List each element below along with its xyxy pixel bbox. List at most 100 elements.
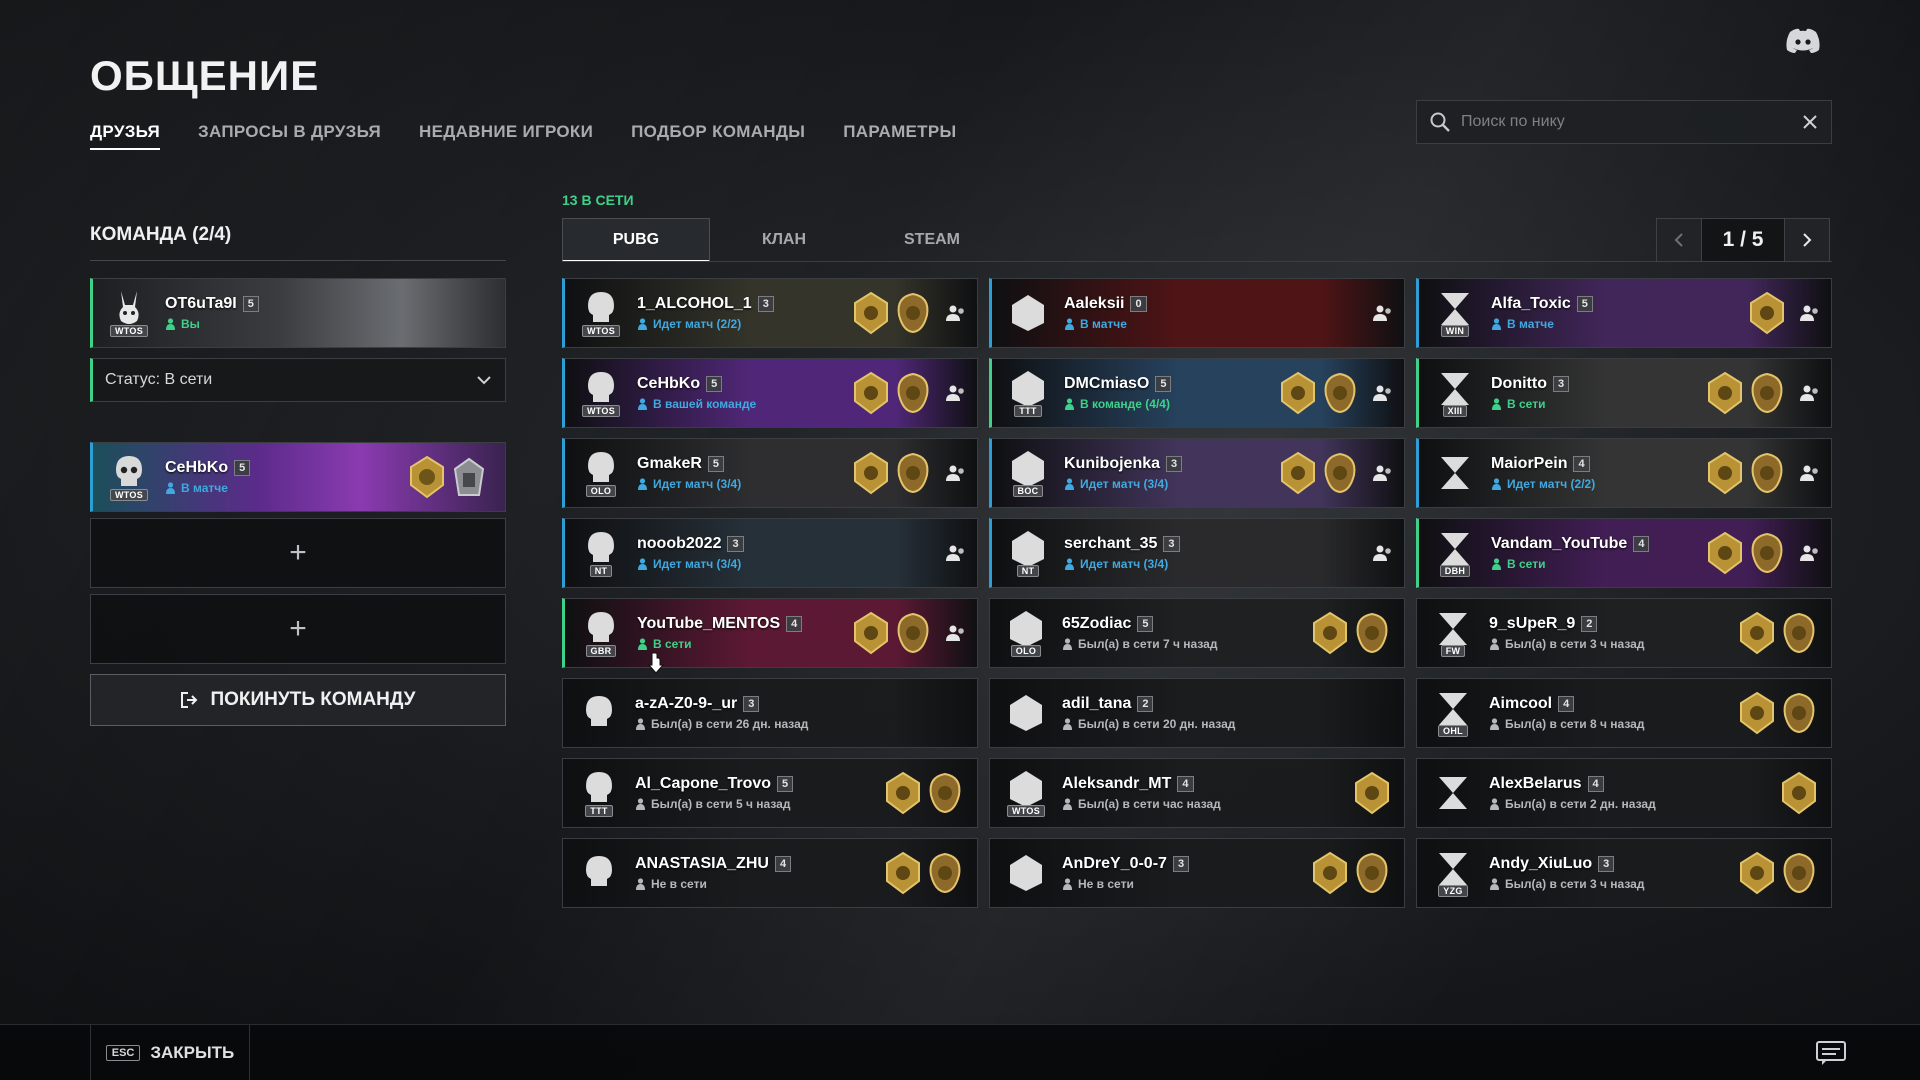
invite-to-team-icon[interactable]: [1799, 543, 1821, 563]
tab-clan[interactable]: КЛАН: [710, 218, 858, 262]
close-button[interactable]: ESC ЗАКРЫТЬ: [90, 1025, 250, 1080]
nav-settings[interactable]: ПАРАМЕТРЫ: [843, 122, 956, 150]
friend-card[interactable]: GBR YouTube_MENTOS 4 В сети: [562, 598, 978, 668]
medal-badge-icon: [1355, 771, 1389, 815]
page-title: ОБЩЕНИЕ: [90, 52, 320, 99]
chat-icon[interactable]: [1816, 1041, 1846, 1065]
friend-card[interactable]: OLO 65Zodiac 5 Был(а) в сети 7 ч назад: [989, 598, 1405, 668]
friend-card[interactable]: ANASTASIA_ZHU 4 Не в сети: [562, 838, 978, 908]
player-name: Aimcool: [1489, 695, 1553, 712]
tab-pubg[interactable]: PUBG: [562, 218, 710, 262]
add-team-slot-button[interactable]: +: [90, 594, 506, 664]
close-icon[interactable]: [1801, 113, 1819, 131]
invite-to-team-icon[interactable]: [1372, 303, 1394, 323]
friend-card[interactable]: DBH Vandam_YouTube 4 В сети: [1416, 518, 1832, 588]
emblem-icon: [1012, 371, 1044, 407]
status-dropdown[interactable]: Статус: В сети: [90, 358, 506, 402]
player-name: AnDreY_0-0-7: [1062, 855, 1167, 872]
friend-card[interactable]: WTOS 1_ALCOHOL_1 3 Идет матч (2/2): [562, 278, 978, 348]
prev-page-button[interactable]: [1656, 218, 1702, 262]
player-status: Был(а) в сети 20 дн. назад: [1062, 717, 1235, 731]
friend-card[interactable]: AlexBelarus 4 Был(а) в сети 2 дн. назад: [1416, 758, 1832, 828]
nav-team-finder[interactable]: ПОДБОР КОМАНДЫ: [631, 122, 805, 150]
invite-to-team-icon[interactable]: [945, 303, 967, 323]
emblem-icon: [1012, 295, 1044, 331]
friend-card[interactable]: Aaleksii 0 В матче: [989, 278, 1405, 348]
friend-card[interactable]: NT nooob2022 3 Идет матч (3/4): [562, 518, 978, 588]
tabs-divider: [562, 261, 1832, 262]
friend-card[interactable]: AnDreY_0-0-7 3 Не в сети: [989, 838, 1405, 908]
search-input[interactable]: [1461, 113, 1801, 131]
friend-card[interactable]: TTT Al_Capone_Trovo 5 Был(а) в сети 5 ч наз…: [562, 758, 978, 828]
friend-card[interactable]: OHL Aimcool 4 Был(а) в сети 8 ч назад: [1416, 678, 1832, 748]
invite-to-team-icon[interactable]: [1799, 383, 1821, 403]
name-row: a-zA-Z0-9-_ur 3: [635, 695, 808, 713]
friend-card[interactable]: WIN Alfa_Toxic 5 В матче: [1416, 278, 1832, 348]
in-match-status-icon: [166, 482, 175, 494]
friend-card[interactable]: YZG Andy_XiuLuo 3 Был(а) в сети 3 ч назад: [1416, 838, 1832, 908]
clan-tag: WTOS: [109, 489, 149, 501]
badges: [1310, 611, 1392, 655]
avatar: NT: [575, 524, 627, 582]
friend-card[interactable]: WTOS Aleksandr_MT 4 Был(а) в сети час назад: [989, 758, 1405, 828]
invite-to-team-icon[interactable]: [1799, 463, 1821, 483]
friend-card[interactable]: TTT DMCmiasO 5 В команде (4/4): [989, 358, 1405, 428]
friend-card[interactable]: WTOS CeHbKo 5 В вашей команде: [562, 358, 978, 428]
medal-badge-icon: [854, 371, 888, 415]
invite-to-team-icon[interactable]: [1372, 543, 1394, 563]
player-level: 5: [1137, 616, 1154, 632]
team-member-self[interactable]: WTOS OT6uTa9I 5 Вы: [90, 278, 506, 348]
avatar: WTOS: [575, 284, 627, 342]
player-status: Был(а) в сети 3 ч назад: [1489, 637, 1644, 651]
player-status-text: Был(а) в сети 26 дн. назад: [651, 717, 809, 731]
tab-steam[interactable]: STEAM: [858, 218, 1006, 262]
nav-recent-players[interactable]: НЕДАВНИЕ ИГРОКИ: [419, 122, 593, 150]
player-status-text: Был(а) в сети 3 ч назад: [1505, 877, 1645, 891]
invite-to-team-icon[interactable]: [945, 383, 967, 403]
clan-tag: WTOS: [581, 325, 621, 337]
invite-to-team-icon[interactable]: [945, 543, 967, 563]
avatar: WTOS: [103, 448, 155, 506]
chevron-down-icon: [477, 376, 491, 385]
friends-grid: WTOS 1_ALCOHOL_1 3 Идет матч (2/2) Aaleksii 0…: [562, 278, 1832, 908]
nav-friend-requests[interactable]: ЗАПРОСЫ В ДРУЗЬЯ: [198, 122, 381, 150]
avatar: WTOS: [103, 284, 155, 342]
player-level: 3: [1598, 856, 1615, 872]
player-status: Был(а) в сети час назад: [1062, 797, 1221, 811]
clan-tag: GBR: [585, 645, 617, 657]
player-status-text: В команде (4/4): [1080, 397, 1170, 411]
player-status-text: Был(а) в сети 3 ч назад: [1505, 637, 1645, 651]
add-team-slot-button[interactable]: +: [90, 518, 506, 588]
medal-badge-icon: [854, 451, 888, 495]
invite-to-team-icon[interactable]: [945, 463, 967, 483]
friend-card[interactable]: OLO GmakeR 5 Идет матч (3/4): [562, 438, 978, 508]
friend-card[interactable]: adil_tana 2 Был(а) в сети 20 дн. назад: [989, 678, 1405, 748]
medal-badge-icon: [1751, 452, 1783, 494]
next-page-button[interactable]: [1784, 218, 1830, 262]
medal-badge-icon: [1356, 852, 1388, 894]
friend-card[interactable]: a-zA-Z0-9-_ur 3 Был(а) в сети 26 дн. назад: [562, 678, 978, 748]
friend-card[interactable]: BOC Kunibojenka 3 Идет матч (3/4): [989, 438, 1405, 508]
emblem-icon: [1441, 533, 1469, 565]
friend-card[interactable]: XIII Donitto 3 В сети: [1416, 358, 1832, 428]
friend-card[interactable]: MaiorPein 4 Идет матч (2/2): [1416, 438, 1832, 508]
invite-to-team-icon[interactable]: [1799, 303, 1821, 323]
player-name: adil_tana: [1062, 695, 1132, 712]
team-member-card[interactable]: WTOS CeHbKo 5 В матче: [90, 442, 506, 512]
leave-team-button[interactable]: ПОКИНУТЬ КОМАНДУ: [90, 674, 506, 726]
player-status: В матче: [1491, 317, 1593, 331]
player-status: Был(а) в сети 2 дн. назад: [1489, 797, 1656, 811]
badges: [883, 771, 965, 815]
invite-to-team-icon[interactable]: [1372, 383, 1394, 403]
medal-badge-icon: [1281, 371, 1315, 415]
invite-to-team-icon[interactable]: [945, 623, 967, 643]
friend-card[interactable]: FW 9_sUpeR_9 2 Был(а) в сети 3 ч назад: [1416, 598, 1832, 668]
emblem-icon: [586, 772, 612, 802]
medal-badge-icon: [453, 457, 485, 496]
friend-card[interactable]: NT serchant_35 3 Идет матч (3/4): [989, 518, 1405, 588]
nav-friends[interactable]: ДРУЗЬЯ: [90, 122, 161, 150]
online-status-icon: [166, 318, 175, 330]
discord-icon[interactable]: [1786, 28, 1820, 54]
clan-tag: YZG: [1438, 885, 1468, 897]
invite-to-team-icon[interactable]: [1372, 463, 1394, 483]
